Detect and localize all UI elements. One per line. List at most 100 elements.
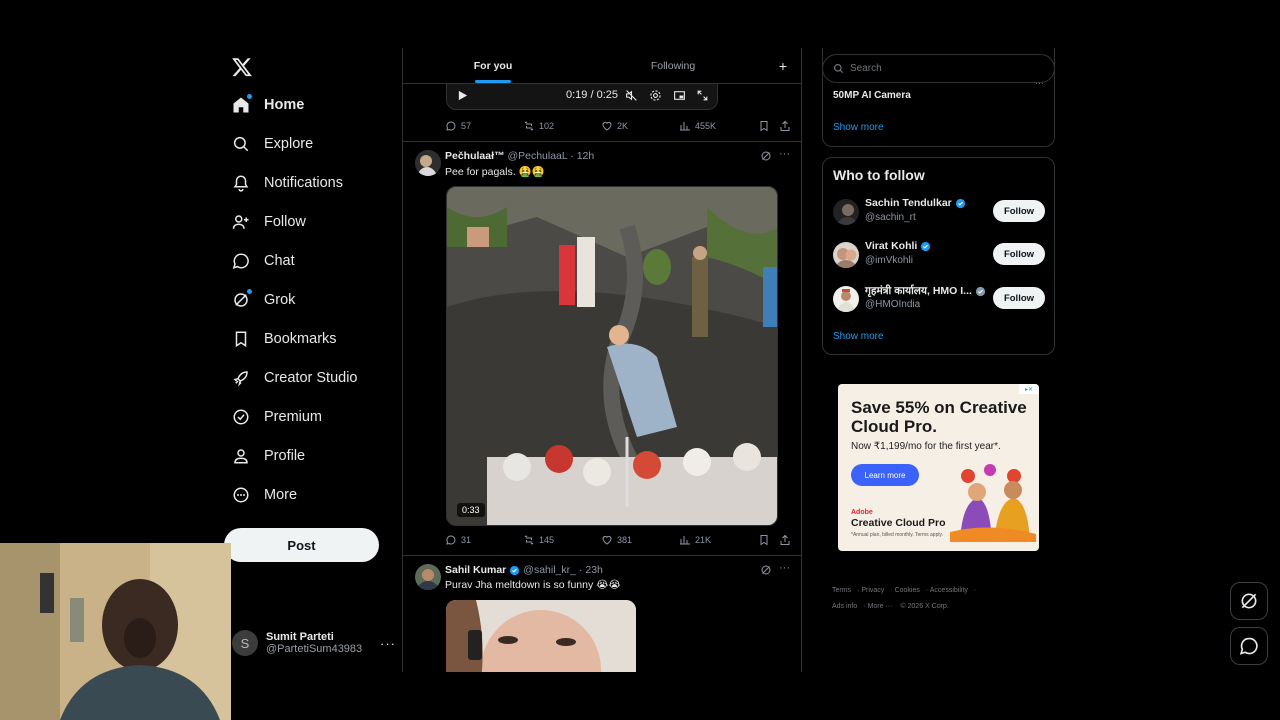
ad-title: Save 55% on Creative Cloud Pro. — [851, 398, 1027, 436]
nav-item-notifications[interactable]: Notifications — [224, 166, 343, 200]
nav-item-creator-studio[interactable]: Creator Studio — [224, 361, 358, 395]
grok-icon — [1239, 591, 1259, 611]
footer-link-more[interactable]: More ··· — [868, 603, 893, 610]
follow-button[interactable]: Follow — [993, 243, 1045, 265]
play-icon[interactable] — [457, 90, 468, 101]
ad-choices-icon[interactable]: ▸✕ — [1019, 384, 1039, 394]
bell-icon — [232, 174, 250, 192]
nav-label-bookmarks: Bookmarks — [264, 331, 337, 347]
suggestion-name: गृहमंत्री कार्यालय, HMO I... — [865, 284, 986, 298]
avatar[interactable] — [415, 564, 441, 590]
grok-fab-button[interactable] — [1230, 582, 1268, 620]
share-button[interactable] — [779, 120, 791, 132]
reply-count: 31 — [461, 535, 472, 545]
picture-in-picture-icon[interactable] — [673, 89, 686, 102]
views-button[interactable]: 21K — [679, 534, 711, 546]
nav-item-explore[interactable]: Explore — [224, 127, 313, 161]
reply-button[interactable]: 31 — [445, 534, 471, 546]
add-tab-icon[interactable]: + — [779, 58, 787, 74]
person-add-icon — [232, 213, 250, 231]
nav-item-follow[interactable]: Follow — [224, 205, 306, 239]
nav-item-more[interactable]: More — [224, 478, 297, 512]
messages-fab-button[interactable] — [1230, 627, 1268, 665]
footer-link-terms[interactable]: Terms — [832, 587, 851, 594]
like-button[interactable]: 381 — [601, 534, 632, 546]
nav-item-bookmarks[interactable]: Bookmarks — [224, 322, 337, 356]
footer-link-privacy[interactable]: Privacy — [861, 587, 884, 594]
nav-label-follow: Follow — [264, 214, 306, 230]
share-button[interactable] — [779, 534, 791, 546]
grok-icon[interactable] — [760, 150, 772, 162]
nav-label-grok: Grok — [264, 292, 296, 308]
more-dots-icon[interactable]: ··· — [380, 636, 396, 651]
follow-suggestion[interactable]: Virat Kohli @imVkohli Follow — [833, 240, 1045, 270]
trend-title[interactable]: 50MP AI Camera — [833, 90, 911, 101]
more-circle-icon — [232, 486, 250, 504]
timeline-tabs: For you Following + — [403, 48, 801, 84]
footer-link-ads-info[interactable]: Ads info — [832, 603, 857, 610]
post-button[interactable]: Post — [224, 528, 379, 562]
settings-icon[interactable] — [649, 89, 662, 102]
tweet-time[interactable]: · 23h — [579, 564, 603, 576]
repost-button[interactable]: 145 — [523, 534, 554, 546]
ad-brand-name: Creative Cloud Pro — [851, 517, 946, 529]
views-button[interactable]: 455K — [679, 120, 716, 132]
tweet-author-handle[interactable]: @sahil_kr_ — [523, 564, 576, 576]
footer-links: Terms · Privacy · Cookies · Accessibility · … — [832, 587, 977, 610]
grok-icon — [232, 289, 252, 309]
reply-button[interactable]: 57 — [445, 120, 471, 132]
tweet-author-name[interactable]: Sahil Kumar — [445, 564, 506, 576]
repost-icon — [524, 535, 534, 545]
more-dots-icon[interactable]: ··· — [779, 148, 790, 160]
bookmark-button[interactable] — [758, 534, 770, 546]
trends-show-more-link[interactable]: Show more — [833, 122, 884, 133]
ad-subtitle: Now ₹1,199/mo for the first year*. — [851, 441, 1001, 452]
tweet-actions: 31 145 381 21K — [445, 534, 795, 550]
nav-item-profile[interactable]: Profile — [224, 439, 305, 473]
tab-following[interactable]: Following — [583, 48, 763, 84]
suggestion-name: Virat Kohli — [865, 240, 931, 252]
prev-tweet-actions: 57 102 2K 455K — [445, 120, 795, 136]
tweet-author-handle[interactable]: @PechulaaL — [507, 150, 567, 162]
tab-for-you[interactable]: For you — [403, 48, 583, 84]
bookmark-button[interactable] — [758, 120, 770, 132]
nav-item-grok[interactable]: Grok — [224, 283, 295, 317]
timeline: For you Following + 0:19 / 0:25 57 102 2… — [402, 48, 802, 672]
home-icon — [232, 94, 252, 114]
video-controls: 0:19 / 0:25 — [446, 82, 718, 110]
follow-button[interactable]: Follow — [993, 200, 1045, 222]
fullscreen-icon[interactable] — [696, 89, 709, 102]
ad-illustration — [950, 464, 1036, 542]
follow-suggestion[interactable]: गृहमंत्री कार्यालय, HMO I... @HMOIndia F… — [833, 284, 1045, 314]
search-input[interactable]: Search — [822, 54, 1055, 83]
verified-badge-icon — [975, 286, 986, 296]
avatar — [833, 242, 859, 268]
tweet-time[interactable]: · 12h — [570, 150, 594, 162]
like-button[interactable]: 2K — [601, 120, 628, 132]
who-to-follow-show-more-link[interactable]: Show more — [833, 331, 884, 342]
nav-item-chat[interactable]: Chat — [224, 244, 295, 278]
account-switcher[interactable]: S Sumit Parteti @PartetiSum43983 ··· — [232, 628, 395, 658]
nav-label-creator-studio: Creator Studio — [264, 370, 358, 386]
repost-button[interactable]: 102 — [523, 120, 554, 132]
mute-icon[interactable] — [625, 89, 638, 102]
avatar[interactable] — [415, 150, 441, 176]
x-logo-icon[interactable] — [231, 56, 253, 78]
reply-count: 57 — [461, 121, 472, 131]
nav-label-explore: Explore — [264, 136, 314, 152]
who-to-follow-card: Who to follow Sachin Tendulkar @sachin_r… — [822, 157, 1055, 355]
ad-learn-more-button[interactable]: Learn more — [851, 464, 919, 486]
tweet-author-name[interactable]: Pečhulaał™ — [445, 150, 505, 162]
nav-item-home[interactable]: Home — [224, 88, 304, 122]
follow-button[interactable]: Follow — [993, 287, 1045, 309]
ad-banner[interactable]: ▸✕ Save 55% on Creative Cloud Pro. Now ₹… — [838, 384, 1039, 551]
follow-suggestion[interactable]: Sachin Tendulkar @sachin_rt Follow — [833, 197, 1045, 227]
tweet-video[interactable]: 0:33 — [446, 186, 778, 526]
tweet-image[interactable] — [446, 600, 636, 672]
footer-link-accessibility[interactable]: Accessibility — [930, 587, 968, 594]
grok-icon[interactable] — [760, 564, 772, 576]
nav-item-premium[interactable]: Premium — [224, 400, 322, 434]
repost-icon — [524, 121, 534, 131]
more-dots-icon[interactable]: ··· — [779, 562, 790, 574]
footer-link-cookies[interactable]: Cookies — [895, 587, 920, 594]
